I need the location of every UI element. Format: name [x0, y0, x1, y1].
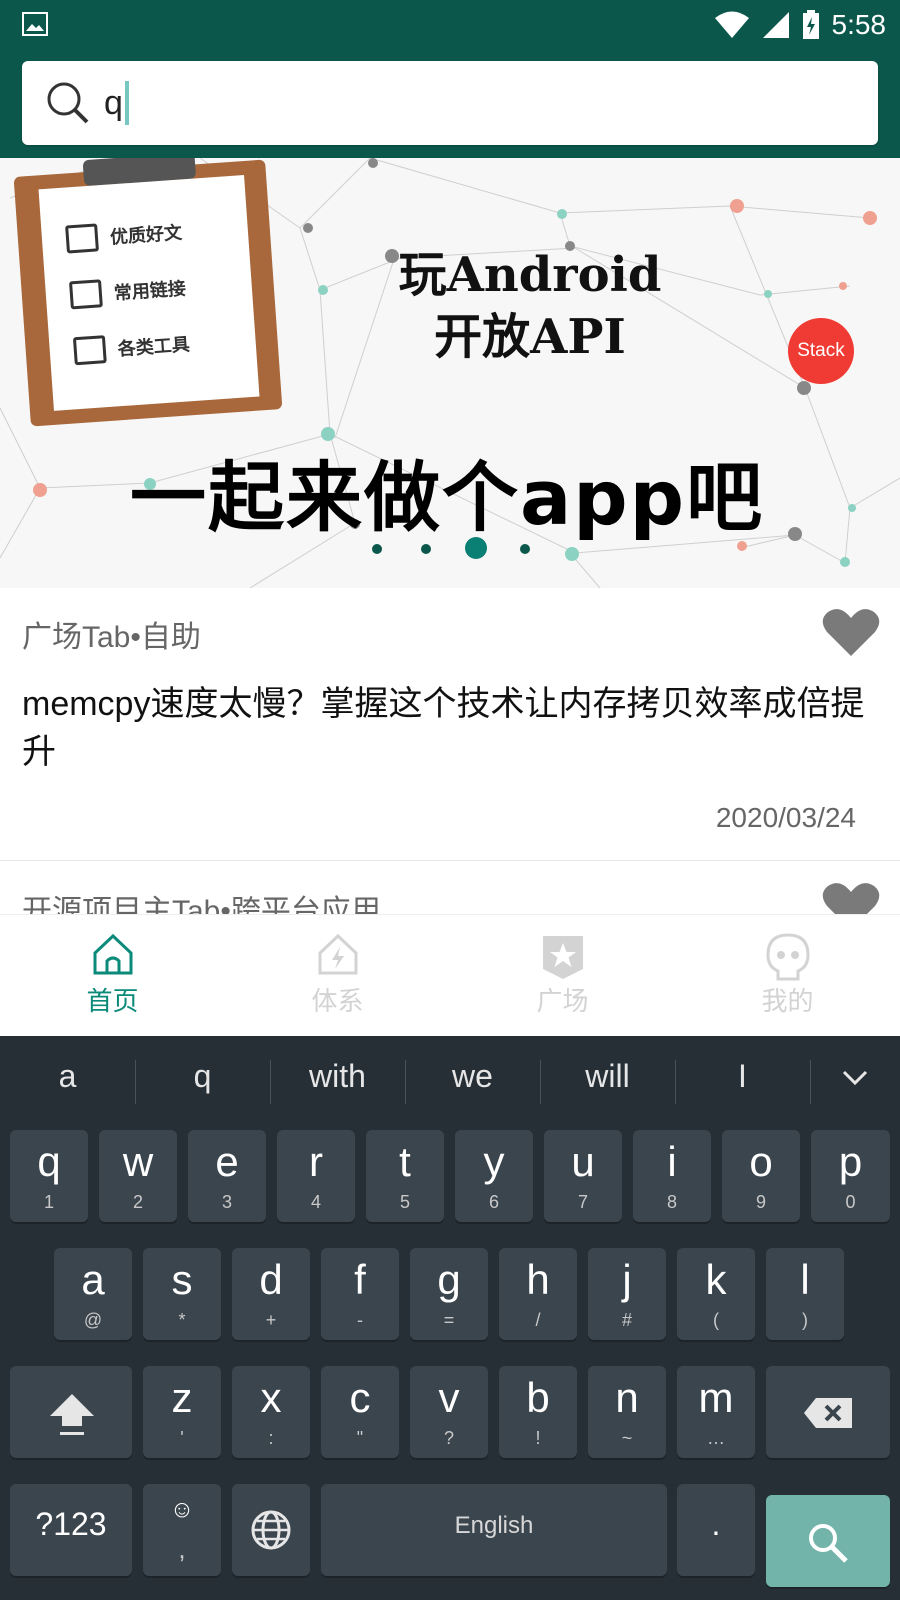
clipboard-paper: 优质好文 常用链接 各类工具 [38, 175, 260, 411]
search-icon [40, 75, 96, 131]
key-f[interactable]: f- [321, 1248, 399, 1340]
period-key[interactable]: . [677, 1484, 755, 1576]
article-meta: 开源项目主Tab•跨平台应用 [22, 895, 381, 914]
key-r[interactable]: r4 [277, 1130, 355, 1222]
chevron-down-icon[interactable] [810, 1058, 900, 1104]
tab-square[interactable]: 广场 [450, 915, 675, 1035]
star-badge-icon [542, 936, 583, 979]
suggestion[interactable]: with [270, 1058, 405, 1104]
article-meta: 广场Tab•自助 [22, 621, 201, 654]
key-d[interactable]: d + [232, 1248, 310, 1340]
key-m[interactable]: m… [677, 1366, 755, 1458]
search-icon [809, 1524, 848, 1563]
key-x[interactable]: x: [232, 1366, 310, 1458]
checklist-item: 常用链接 [69, 273, 187, 310]
key-q[interactable]: q1 [10, 1130, 88, 1222]
check-icon [65, 223, 99, 254]
heart-icon[interactable] [822, 882, 880, 914]
key-row-3: z ' x: c " v? b! n ~ m… [0, 1366, 900, 1458]
tab-mine[interactable]: 我的 [675, 915, 900, 1035]
article-date: 2020/03/24 [715, 802, 856, 833]
text-caret [124, 81, 129, 125]
language-key[interactable] [232, 1484, 310, 1576]
shift-icon [50, 1394, 94, 1435]
suggestion-strip: a q with we will I [0, 1036, 900, 1116]
backspace-icon [804, 1398, 852, 1428]
key-v[interactable]: v? [410, 1366, 488, 1458]
key-y[interactable]: y6 [455, 1130, 533, 1222]
search-action-key[interactable] [766, 1495, 890, 1587]
suggestion[interactable]: I [675, 1058, 810, 1104]
banner-slogan: 一起来做个app吧 [130, 453, 765, 542]
key-l[interactable]: l) [766, 1248, 844, 1340]
key-z[interactable]: z ' [143, 1366, 221, 1458]
carousel-dot-active[interactable] [465, 537, 487, 559]
list-item[interactable]: 广场Tab•自助 memcpy速度太慢？掌握这个技术让内存拷贝效率成倍提升 20… [0, 588, 900, 861]
tab-system[interactable]: 体系 [225, 915, 450, 1035]
bottom-navigation: 首页 体系 广场 我的 [0, 914, 900, 1035]
key-o[interactable]: o9 [722, 1130, 800, 1222]
banner-title: 玩Android 开放API [398, 247, 662, 365]
clock: 5:58 [831, 9, 887, 40]
stack-badge: Stack [788, 318, 854, 384]
bolt-house-icon [318, 933, 357, 975]
shift-key[interactable] [10, 1366, 132, 1458]
face-icon [765, 933, 810, 981]
heart-icon[interactable] [822, 608, 880, 658]
key-e[interactable]: e3 [188, 1130, 266, 1222]
key-p[interactable]: p0 [811, 1130, 890, 1222]
list-item[interactable]: 开源项目主Tab•跨平台应用 [0, 862, 900, 914]
emoji-key[interactable]: ☺ , [143, 1484, 221, 1576]
signal-icon [762, 11, 790, 39]
search-input[interactable]: q [22, 61, 878, 145]
key-t[interactable]: t5 [366, 1130, 444, 1222]
checklist-item: 优质好文 [65, 218, 183, 254]
key-c[interactable]: c " [321, 1366, 399, 1458]
status-bar: 5:58 [0, 0, 900, 50]
key-b[interactable]: b! [499, 1366, 577, 1458]
checklist-item: 各类工具 [72, 329, 191, 366]
check-icon [69, 279, 103, 310]
key-row-4: ?123 ☺ , English . [0, 1484, 900, 1587]
wifi-icon [714, 11, 750, 39]
suggestion[interactable]: q [135, 1058, 270, 1104]
key-row-1: q1 w2 e3 r4 t5 y6 u7 i8 o9 p0 [0, 1130, 900, 1222]
key-row-2: a @ s * d + f- g = h / j # k( l) [0, 1248, 900, 1340]
key-h[interactable]: h / [499, 1248, 577, 1340]
key-a[interactable]: a @ [54, 1248, 132, 1340]
clipboard-illustration: 优质好文 常用链接 各类工具 [13, 158, 283, 427]
key-n[interactable]: n ~ [588, 1366, 666, 1458]
backspace-key[interactable] [766, 1366, 890, 1458]
key-g[interactable]: g = [410, 1248, 488, 1340]
carousel-dot[interactable] [421, 544, 431, 554]
tab-home[interactable]: 首页 [0, 915, 225, 1035]
search-query[interactable]: q [104, 84, 123, 123]
symbols-key[interactable]: ?123 [10, 1484, 132, 1576]
key-s[interactable]: s * [143, 1248, 221, 1340]
soft-keyboard: a q with we will I q1 w2 e3 r4 t5 y6 u7 … [0, 1036, 900, 1600]
home-icon [93, 933, 132, 975]
banner-carousel[interactable]: 优质好文 常用链接 各类工具 玩Android 开放API Stack 一起来做… [0, 158, 900, 589]
suggestion[interactable]: will [540, 1058, 675, 1104]
key-i[interactable]: i8 [633, 1130, 711, 1222]
article-title[interactable]: memcpy速度太慢？掌握这个技术让内存拷贝效率成倍提升 [22, 680, 882, 776]
suggestion[interactable]: we [405, 1058, 540, 1104]
carousel-dot[interactable] [372, 544, 382, 554]
carousel-dot[interactable] [520, 544, 530, 554]
globe-icon [251, 1510, 291, 1550]
space-key[interactable]: English [321, 1484, 667, 1576]
suggestion[interactable]: a [0, 1058, 135, 1095]
key-k[interactable]: k( [677, 1248, 755, 1340]
key-j[interactable]: j # [588, 1248, 666, 1340]
key-u[interactable]: u7 [544, 1130, 622, 1222]
emoji-icon: ☺ [169, 1496, 195, 1523]
image-icon [22, 12, 48, 36]
check-icon [72, 335, 107, 366]
battery-charging-icon [802, 10, 820, 40]
key-w[interactable]: w2 [99, 1130, 177, 1222]
app-bar: q [0, 50, 900, 158]
